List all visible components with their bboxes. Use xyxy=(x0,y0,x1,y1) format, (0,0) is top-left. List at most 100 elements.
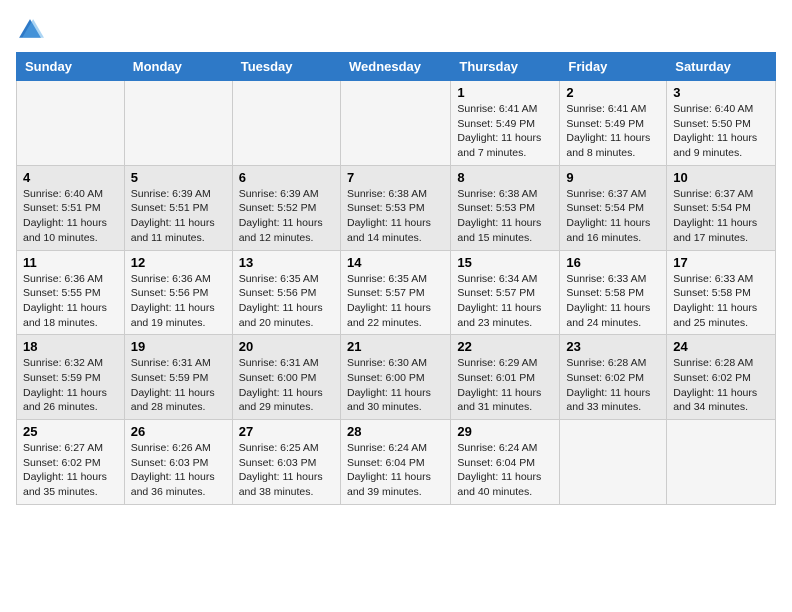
day-of-week-header: Sunday xyxy=(17,53,125,81)
day-number: 24 xyxy=(673,339,769,354)
calendar-cell xyxy=(560,420,667,505)
calendar-cell xyxy=(667,420,776,505)
day-number: 18 xyxy=(23,339,118,354)
calendar-cell: 14 Sunrise: 6:35 AM Sunset: 5:57 PM Dayli… xyxy=(340,250,450,335)
day-info: Sunrise: 6:28 AM Sunset: 6:02 PM Dayligh… xyxy=(673,356,769,415)
calendar-week-row: 11 Sunrise: 6:36 AM Sunset: 5:55 PM Dayli… xyxy=(17,250,776,335)
day-number: 27 xyxy=(239,424,334,439)
day-info: Sunrise: 6:38 AM Sunset: 5:53 PM Dayligh… xyxy=(457,187,553,246)
day-info: Sunrise: 6:33 AM Sunset: 5:58 PM Dayligh… xyxy=(566,272,660,331)
day-number: 25 xyxy=(23,424,118,439)
day-number: 17 xyxy=(673,255,769,270)
day-number: 14 xyxy=(347,255,444,270)
day-number: 7 xyxy=(347,170,444,185)
day-info: Sunrise: 6:25 AM Sunset: 6:03 PM Dayligh… xyxy=(239,441,334,500)
day-number: 10 xyxy=(673,170,769,185)
day-info: Sunrise: 6:31 AM Sunset: 6:00 PM Dayligh… xyxy=(239,356,334,415)
day-info: Sunrise: 6:31 AM Sunset: 5:59 PM Dayligh… xyxy=(131,356,226,415)
calendar-week-row: 18 Sunrise: 6:32 AM Sunset: 5:59 PM Dayli… xyxy=(17,335,776,420)
day-of-week-header: Saturday xyxy=(667,53,776,81)
day-number: 19 xyxy=(131,339,226,354)
day-number: 21 xyxy=(347,339,444,354)
day-number: 9 xyxy=(566,170,660,185)
day-number: 1 xyxy=(457,85,553,100)
day-number: 16 xyxy=(566,255,660,270)
day-number: 23 xyxy=(566,339,660,354)
calendar-week-row: 1 Sunrise: 6:41 AM Sunset: 5:49 PM Daylig… xyxy=(17,81,776,166)
day-of-week-header: Wednesday xyxy=(340,53,450,81)
calendar-cell: 20 Sunrise: 6:31 AM Sunset: 6:00 PM Dayli… xyxy=(232,335,340,420)
logo xyxy=(16,16,48,44)
logo-icon xyxy=(16,16,44,44)
day-number: 15 xyxy=(457,255,553,270)
calendar-cell: 29 Sunrise: 6:24 AM Sunset: 6:04 PM Dayli… xyxy=(451,420,560,505)
calendar-cell: 18 Sunrise: 6:32 AM Sunset: 5:59 PM Dayli… xyxy=(17,335,125,420)
day-number: 6 xyxy=(239,170,334,185)
day-number: 12 xyxy=(131,255,226,270)
calendar-cell: 9 Sunrise: 6:37 AM Sunset: 5:54 PM Daylig… xyxy=(560,165,667,250)
day-info: Sunrise: 6:37 AM Sunset: 5:54 PM Dayligh… xyxy=(673,187,769,246)
calendar-cell xyxy=(232,81,340,166)
calendar-cell: 24 Sunrise: 6:28 AM Sunset: 6:02 PM Dayli… xyxy=(667,335,776,420)
day-of-week-header: Friday xyxy=(560,53,667,81)
day-number: 29 xyxy=(457,424,553,439)
calendar-cell: 22 Sunrise: 6:29 AM Sunset: 6:01 PM Dayli… xyxy=(451,335,560,420)
day-number: 11 xyxy=(23,255,118,270)
calendar-cell: 28 Sunrise: 6:24 AM Sunset: 6:04 PM Dayli… xyxy=(340,420,450,505)
day-number: 5 xyxy=(131,170,226,185)
day-number: 3 xyxy=(673,85,769,100)
day-info: Sunrise: 6:32 AM Sunset: 5:59 PM Dayligh… xyxy=(23,356,118,415)
day-info: Sunrise: 6:29 AM Sunset: 6:01 PM Dayligh… xyxy=(457,356,553,415)
day-info: Sunrise: 6:36 AM Sunset: 5:56 PM Dayligh… xyxy=(131,272,226,331)
day-number: 8 xyxy=(457,170,553,185)
calendar-cell: 26 Sunrise: 6:26 AM Sunset: 6:03 PM Dayli… xyxy=(124,420,232,505)
day-info: Sunrise: 6:28 AM Sunset: 6:02 PM Dayligh… xyxy=(566,356,660,415)
day-info: Sunrise: 6:39 AM Sunset: 5:52 PM Dayligh… xyxy=(239,187,334,246)
page-header xyxy=(16,16,776,44)
day-info: Sunrise: 6:24 AM Sunset: 6:04 PM Dayligh… xyxy=(347,441,444,500)
day-of-week-header: Tuesday xyxy=(232,53,340,81)
calendar-cell: 12 Sunrise: 6:36 AM Sunset: 5:56 PM Dayli… xyxy=(124,250,232,335)
calendar-cell: 4 Sunrise: 6:40 AM Sunset: 5:51 PM Daylig… xyxy=(17,165,125,250)
calendar-cell: 27 Sunrise: 6:25 AM Sunset: 6:03 PM Dayli… xyxy=(232,420,340,505)
day-info: Sunrise: 6:40 AM Sunset: 5:51 PM Dayligh… xyxy=(23,187,118,246)
day-number: 4 xyxy=(23,170,118,185)
day-info: Sunrise: 6:35 AM Sunset: 5:56 PM Dayligh… xyxy=(239,272,334,331)
day-info: Sunrise: 6:24 AM Sunset: 6:04 PM Dayligh… xyxy=(457,441,553,500)
day-info: Sunrise: 6:26 AM Sunset: 6:03 PM Dayligh… xyxy=(131,441,226,500)
day-of-week-header: Monday xyxy=(124,53,232,81)
day-of-week-header: Thursday xyxy=(451,53,560,81)
calendar-week-row: 4 Sunrise: 6:40 AM Sunset: 5:51 PM Daylig… xyxy=(17,165,776,250)
calendar-cell: 16 Sunrise: 6:33 AM Sunset: 5:58 PM Dayli… xyxy=(560,250,667,335)
calendar-cell: 6 Sunrise: 6:39 AM Sunset: 5:52 PM Daylig… xyxy=(232,165,340,250)
calendar-cell xyxy=(340,81,450,166)
calendar-cell: 17 Sunrise: 6:33 AM Sunset: 5:58 PM Dayli… xyxy=(667,250,776,335)
day-number: 26 xyxy=(131,424,226,439)
day-number: 13 xyxy=(239,255,334,270)
calendar-cell: 10 Sunrise: 6:37 AM Sunset: 5:54 PM Dayli… xyxy=(667,165,776,250)
day-info: Sunrise: 6:41 AM Sunset: 5:49 PM Dayligh… xyxy=(457,102,553,161)
day-info: Sunrise: 6:41 AM Sunset: 5:49 PM Dayligh… xyxy=(566,102,660,161)
day-number: 20 xyxy=(239,339,334,354)
day-info: Sunrise: 6:36 AM Sunset: 5:55 PM Dayligh… xyxy=(23,272,118,331)
day-info: Sunrise: 6:38 AM Sunset: 5:53 PM Dayligh… xyxy=(347,187,444,246)
day-number: 22 xyxy=(457,339,553,354)
calendar-cell: 25Sunrise: 6:27 AM Sunset: 6:02 PM Dayli… xyxy=(17,420,125,505)
calendar-cell xyxy=(17,81,125,166)
day-info: Sunrise: 6:37 AM Sunset: 5:54 PM Dayligh… xyxy=(566,187,660,246)
calendar-cell: 2 Sunrise: 6:41 AM Sunset: 5:49 PM Daylig… xyxy=(560,81,667,166)
calendar-cell: 13 Sunrise: 6:35 AM Sunset: 5:56 PM Dayli… xyxy=(232,250,340,335)
calendar-cell: 11 Sunrise: 6:36 AM Sunset: 5:55 PM Dayli… xyxy=(17,250,125,335)
day-number: 28 xyxy=(347,424,444,439)
day-info: Sunrise: 6:34 AM Sunset: 5:57 PM Dayligh… xyxy=(457,272,553,331)
calendar-week-row: 25Sunrise: 6:27 AM Sunset: 6:02 PM Dayli… xyxy=(17,420,776,505)
day-info: Sunrise: 6:39 AM Sunset: 5:51 PM Dayligh… xyxy=(131,187,226,246)
calendar-cell: 7 Sunrise: 6:38 AM Sunset: 5:53 PM Daylig… xyxy=(340,165,450,250)
calendar-cell: 15 Sunrise: 6:34 AM Sunset: 5:57 PM Dayli… xyxy=(451,250,560,335)
calendar-cell: 1 Sunrise: 6:41 AM Sunset: 5:49 PM Daylig… xyxy=(451,81,560,166)
day-info: Sunrise: 6:33 AM Sunset: 5:58 PM Dayligh… xyxy=(673,272,769,331)
day-number: 2 xyxy=(566,85,660,100)
calendar-cell: 23 Sunrise: 6:28 AM Sunset: 6:02 PM Dayli… xyxy=(560,335,667,420)
day-info: Sunrise: 6:35 AM Sunset: 5:57 PM Dayligh… xyxy=(347,272,444,331)
calendar-header-row: SundayMondayTuesdayWednesdayThursdayFrid… xyxy=(17,53,776,81)
